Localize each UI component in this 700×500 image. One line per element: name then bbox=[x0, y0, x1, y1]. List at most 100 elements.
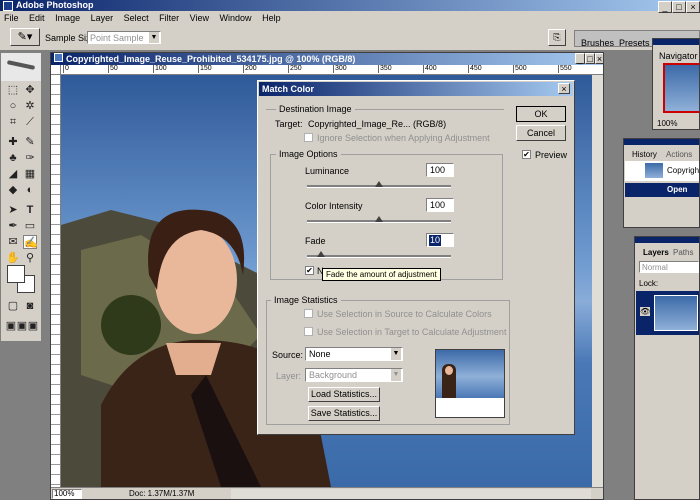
luminance-input[interactable]: 100 bbox=[426, 163, 454, 177]
menu-select[interactable]: Select bbox=[124, 13, 149, 23]
dialog-close-button[interactable]: × bbox=[558, 83, 570, 94]
color-intensity-slider-thumb[interactable] bbox=[375, 216, 383, 222]
ruler-label: 50 bbox=[108, 65, 118, 73]
app-title: Adobe Photoshop bbox=[16, 0, 94, 10]
eye-icon[interactable]: 👁 bbox=[640, 307, 651, 316]
document-icon bbox=[54, 53, 63, 62]
menu-bar: File Edit Image Layer Select Filter View… bbox=[0, 11, 700, 25]
app-minimize-button[interactable]: _ bbox=[658, 1, 672, 13]
foreground-color-swatch[interactable] bbox=[7, 265, 25, 283]
file-browser-button[interactable]: ⎘ bbox=[548, 29, 566, 46]
chevron-down-icon: ▼ bbox=[391, 369, 401, 381]
hand-tool-icon[interactable]: ✋ bbox=[6, 251, 20, 265]
doc-info: Doc: 1.37M/1.37M bbox=[129, 489, 195, 498]
zoom-field[interactable]: 100% bbox=[52, 489, 82, 499]
use-source-selection-checkbox[interactable] bbox=[304, 309, 313, 318]
navigator-zoom[interactable]: 100% bbox=[657, 119, 677, 128]
menu-file[interactable]: File bbox=[4, 13, 19, 23]
ruler-label: 100 bbox=[153, 65, 167, 73]
dialog-title-bar: Match Color bbox=[259, 82, 573, 96]
zoom-tool-icon[interactable]: ⚲ bbox=[23, 251, 37, 265]
history-snapshot[interactable]: Copyright bbox=[625, 161, 699, 181]
blur-tool-icon[interactable]: ◆ bbox=[6, 183, 20, 197]
pen-tool-icon[interactable]: ✒ bbox=[6, 219, 20, 233]
brush-tool-icon[interactable]: ✎ bbox=[23, 135, 37, 149]
standard-mode-icon[interactable]: ▢ bbox=[6, 299, 20, 313]
quick-mask-mode-icon[interactable]: ◙ bbox=[23, 299, 37, 313]
move-tool-icon[interactable]: ✥ bbox=[23, 83, 37, 97]
ruler-label: 0 bbox=[63, 65, 69, 73]
navigator-tab[interactable]: Navigator bbox=[659, 51, 698, 61]
fade-slider-track[interactable] bbox=[307, 255, 451, 258]
image-statistics-label: Image Statistics bbox=[271, 295, 341, 305]
shape-tool-icon[interactable]: ▭ bbox=[23, 219, 37, 233]
feather-logo-icon bbox=[6, 60, 36, 70]
path-selection-tool-icon[interactable]: ➤ bbox=[6, 203, 20, 217]
preview-label: Preview bbox=[535, 150, 568, 160]
lasso-tool-icon[interactable]: ○ bbox=[6, 99, 20, 113]
fade-tooltip: Fade the amount of adjustment bbox=[322, 268, 441, 281]
eyedropper-tool-icon[interactable]: ✍ bbox=[23, 235, 38, 249]
marquee-tool-icon[interactable]: ⬚ bbox=[6, 83, 20, 97]
layer-row-background[interactable]: 👁 bbox=[636, 291, 699, 335]
horizontal-scrollbar[interactable] bbox=[231, 489, 591, 499]
vertical-scrollbar[interactable] bbox=[592, 75, 603, 487]
ok-button[interactable]: OK bbox=[516, 106, 566, 122]
layer-thumbnail bbox=[654, 295, 698, 331]
dodge-tool-icon[interactable]: ◐ bbox=[23, 183, 37, 197]
menu-edit[interactable]: Edit bbox=[29, 13, 45, 23]
menu-filter[interactable]: Filter bbox=[159, 13, 179, 23]
neutralize-checkbox[interactable]: ✔ bbox=[305, 266, 314, 275]
app-close-button[interactable]: × bbox=[686, 1, 700, 13]
luminance-slider-thumb[interactable] bbox=[375, 181, 383, 187]
clone-stamp-tool-icon[interactable]: ♣ bbox=[6, 151, 20, 165]
menu-window[interactable]: Window bbox=[220, 13, 252, 23]
load-statistics-button[interactable]: Load Statistics... bbox=[308, 387, 380, 402]
paths-tab[interactable]: Paths bbox=[673, 248, 693, 257]
eyedropper-tool-preset-button[interactable]: ✎▾ bbox=[10, 28, 40, 46]
menu-layer[interactable]: Layer bbox=[91, 13, 114, 23]
ruler-label: 500 bbox=[513, 65, 527, 73]
type-tool-icon[interactable]: T bbox=[23, 203, 37, 217]
document-maximize-button[interactable]: □ bbox=[585, 53, 595, 64]
cancel-button[interactable]: Cancel bbox=[516, 125, 566, 141]
eraser-tool-icon[interactable]: ◢ bbox=[6, 167, 20, 181]
app-maximize-button[interactable]: □ bbox=[672, 1, 686, 13]
fade-slider-thumb[interactable] bbox=[317, 251, 326, 257]
notes-tool-icon[interactable]: ✉ bbox=[6, 235, 20, 249]
ignore-selection-checkbox[interactable] bbox=[304, 133, 313, 142]
color-intensity-label: Color Intensity bbox=[305, 201, 363, 211]
history-tab[interactable]: History bbox=[632, 150, 657, 159]
palette-well-tab-brushes[interactable]: Brushes bbox=[581, 38, 614, 48]
menu-image[interactable]: Image bbox=[55, 13, 80, 23]
slice-tool-icon[interactable]: ⟋ bbox=[23, 115, 37, 129]
target-value: Copyrighted_Image_Re... (RGB/8) bbox=[308, 119, 447, 129]
healing-brush-tool-icon[interactable]: ✚ bbox=[6, 135, 20, 149]
history-step-open[interactable]: Open bbox=[625, 183, 699, 197]
fade-input[interactable]: 10 bbox=[426, 233, 454, 247]
menu-help[interactable]: Help bbox=[262, 13, 281, 23]
color-intensity-input[interactable]: 100 bbox=[426, 198, 454, 212]
history-brush-tool-icon[interactable]: ✑ bbox=[23, 151, 37, 165]
layers-tab[interactable]: Layers bbox=[643, 248, 669, 257]
blend-mode-select[interactable]: Normal bbox=[639, 261, 699, 273]
full-screen-mode-icon[interactable]: ▣ bbox=[26, 319, 40, 333]
options-bar: ✎▾ Sample Size: Point Sample ▼ ⎘ Brushes… bbox=[0, 25, 700, 51]
layer-select[interactable]: Background ▼ bbox=[305, 368, 403, 382]
document-minimize-button[interactable]: _ bbox=[575, 53, 585, 64]
fade-label: Fade bbox=[305, 236, 326, 246]
navigator-thumbnail[interactable] bbox=[663, 63, 699, 113]
use-target-selection-checkbox[interactable] bbox=[304, 327, 313, 336]
source-select[interactable]: None ▼ bbox=[305, 347, 403, 361]
crop-tool-icon[interactable]: ⌗ bbox=[6, 115, 20, 129]
save-statistics-button[interactable]: Save Statistics... bbox=[308, 406, 380, 421]
sample-size-select[interactable]: Point Sample ▼ bbox=[87, 31, 161, 44]
preview-checkbox[interactable]: ✔ bbox=[522, 150, 531, 159]
match-color-dialog: Match Color × Destination Image Target: … bbox=[257, 80, 575, 435]
gradient-tool-icon[interactable]: ▦ bbox=[23, 167, 37, 181]
actions-tab[interactable]: Actions bbox=[666, 150, 692, 159]
palette-well-tab-presets[interactable]: Presets bbox=[619, 38, 650, 48]
document-close-button[interactable]: × bbox=[595, 53, 603, 64]
menu-view[interactable]: View bbox=[190, 13, 209, 23]
magic-wand-tool-icon[interactable]: ✲ bbox=[23, 99, 37, 113]
